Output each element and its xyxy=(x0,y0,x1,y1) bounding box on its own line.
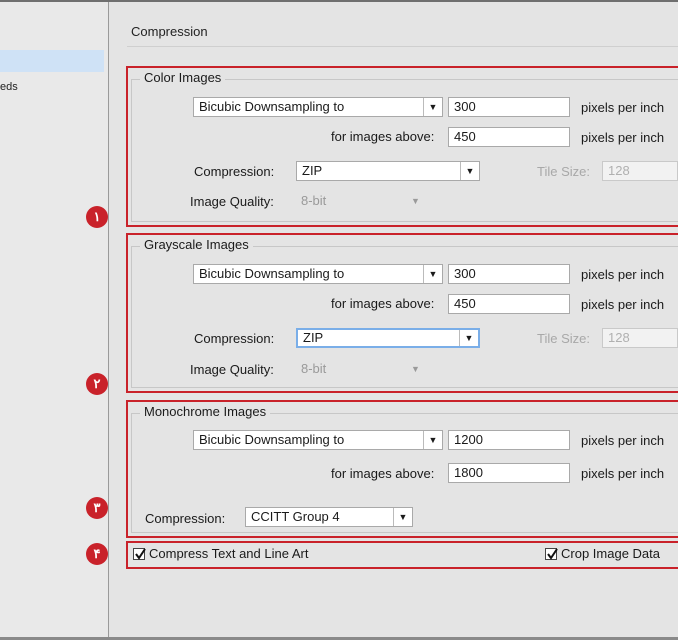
chevron-down-icon: ▼ xyxy=(411,196,420,206)
gray-above-field[interactable]: 450 xyxy=(448,294,570,314)
mono-above-unit: pixels per inch xyxy=(581,466,665,481)
color-resolution-field[interactable]: 300 xyxy=(448,97,570,117)
gray-above-label: for images above: xyxy=(331,296,435,311)
badge-1: ١ xyxy=(86,206,108,228)
mono-above-label: for images above: xyxy=(331,466,435,481)
gray-downsampling-value: Bicubic Downsampling to xyxy=(199,266,345,281)
divider xyxy=(127,46,678,47)
color-tile-label: Tile Size: xyxy=(537,164,590,179)
mono-downsampling-value: Bicubic Downsampling to xyxy=(199,432,345,447)
gray-quality-label: Image Quality: xyxy=(190,362,274,377)
color-above-field[interactable]: 450 xyxy=(448,127,570,147)
sidebar-item-security[interactable]: eds xyxy=(0,81,18,93)
color-above-unit: pixels per inch xyxy=(581,130,665,145)
gray-res-unit: pixels per inch xyxy=(581,267,665,282)
chevron-down-icon: ▼ xyxy=(423,98,442,116)
color-tile-field[interactable]: 128 xyxy=(602,161,678,181)
color-downsampling-value: Bicubic Downsampling to xyxy=(199,99,345,114)
checkmark-icon xyxy=(135,548,146,560)
mono-compression-value: CCITT Group 4 xyxy=(251,509,340,524)
mono-resolution-field[interactable]: 1200 xyxy=(448,430,570,450)
top-border xyxy=(0,0,678,2)
color-res-unit: pixels per inch xyxy=(581,100,665,115)
gray-tile-field[interactable]: 128 xyxy=(602,328,678,348)
chevron-down-icon: ▼ xyxy=(423,265,442,283)
color-quality-value: 8-bit xyxy=(301,193,327,208)
badge-2: ٢ xyxy=(86,373,108,395)
mono-compression-select[interactable]: CCITT Group 4 ▼ xyxy=(245,507,413,527)
mono-above-field[interactable]: 1800 xyxy=(448,463,570,483)
chevron-down-icon: ▼ xyxy=(411,364,420,374)
gray-above-unit: pixels per inch xyxy=(581,297,665,312)
color-compression-value: ZIP xyxy=(302,163,323,178)
chevron-down-icon: ▼ xyxy=(393,508,412,526)
chevron-down-icon: ▼ xyxy=(459,330,478,346)
gray-compression-value: ZIP xyxy=(303,330,324,345)
color-compression-select[interactable]: ZIP ▼ xyxy=(296,161,480,181)
section-title: Compression xyxy=(131,24,208,39)
pdf-compression-panel: eds Compression Color Images Bicubic Dow… xyxy=(0,0,678,640)
color-downsampling-select[interactable]: Bicubic Downsampling to ▼ xyxy=(193,97,443,117)
gray-quality-select[interactable]: 8-bit ▼ xyxy=(301,359,421,379)
color-compression-label: Compression: xyxy=(194,164,275,179)
chevron-down-icon: ▼ xyxy=(460,162,479,180)
gray-downsampling-select[interactable]: Bicubic Downsampling to ▼ xyxy=(193,264,443,284)
crop-image-checkbox[interactable] xyxy=(545,548,558,560)
crop-image-label[interactable]: Crop Image Data xyxy=(561,546,660,561)
badge-4: ۴ xyxy=(86,543,108,565)
badge-3: ٣ xyxy=(86,497,108,519)
mono-compression-label: Compression: xyxy=(145,511,226,526)
gray-tile-label: Tile Size: xyxy=(537,331,590,346)
sidebar-item-selected[interactable] xyxy=(0,50,104,72)
color-above-label: for images above: xyxy=(331,129,435,144)
gray-compression-select[interactable]: ZIP ▼ xyxy=(296,328,480,348)
checkmark-icon xyxy=(547,548,558,560)
compress-text-label[interactable]: Compress Text and Line Art xyxy=(149,546,308,561)
compress-text-checkbox[interactable] xyxy=(133,548,146,560)
mono-downsampling-select[interactable]: Bicubic Downsampling to ▼ xyxy=(193,430,443,450)
color-quality-label: Image Quality: xyxy=(190,194,274,209)
mono-res-unit: pixels per inch xyxy=(581,433,665,448)
gray-resolution-field[interactable]: 300 xyxy=(448,264,570,284)
gray-compression-label: Compression: xyxy=(194,331,275,346)
chevron-down-icon: ▼ xyxy=(423,431,442,449)
color-quality-select[interactable]: 8-bit ▼ xyxy=(301,191,421,211)
gray-quality-value: 8-bit xyxy=(301,361,327,376)
